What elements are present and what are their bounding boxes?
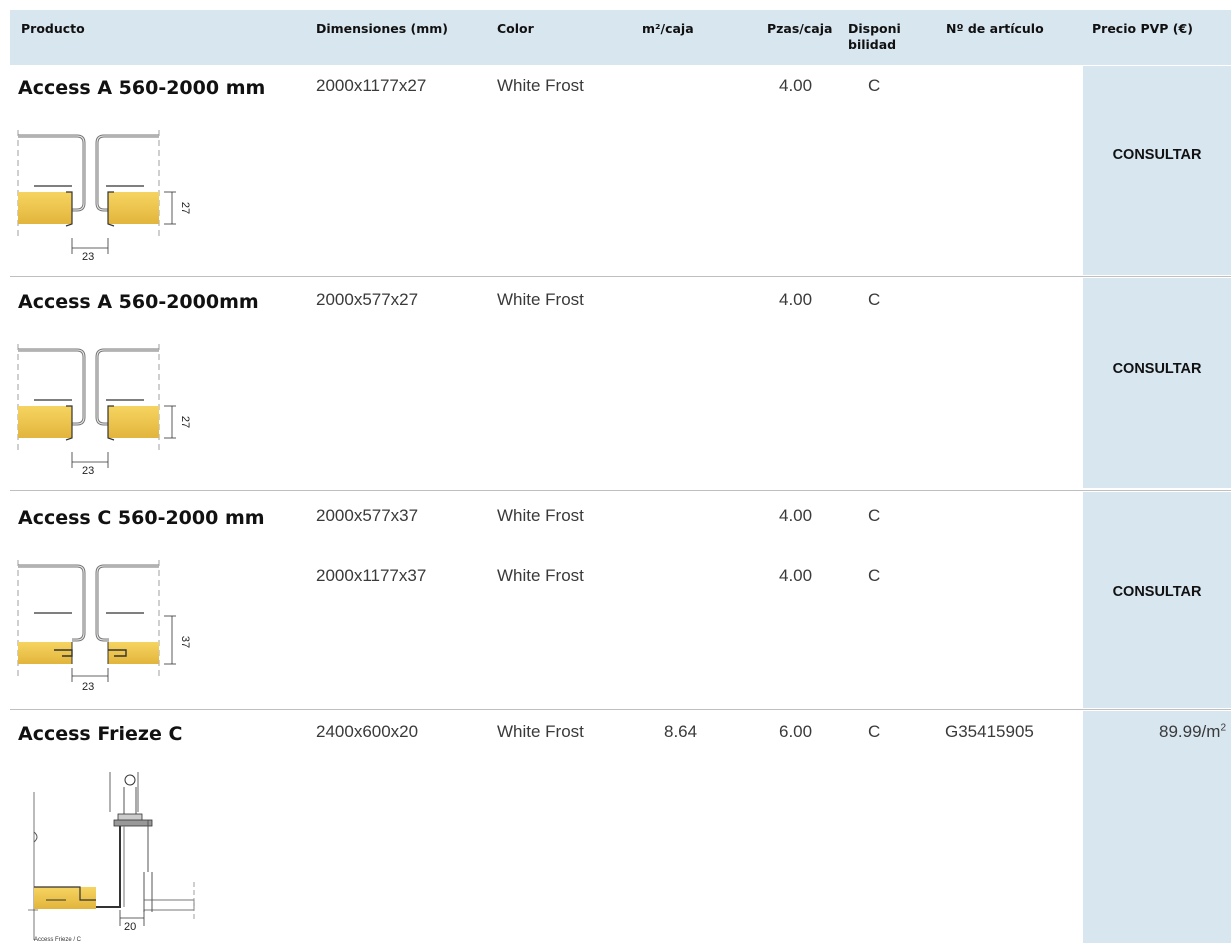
height-dimension-label: 37 <box>179 636 191 648</box>
access-frieze-c-drawing: 20 Access Frieze / C <box>28 772 195 943</box>
table-header: Producto Dimensiones (mm) Color m²/caja … <box>10 10 1231 65</box>
product-name: Access C 560-2000 mm <box>18 507 265 529</box>
product-name: Access Frieze C <box>18 723 183 745</box>
row-divider <box>10 276 1231 277</box>
price-cell-bg <box>1083 492 1231 708</box>
disponibilidad-value: C <box>868 290 881 309</box>
dimensiones-value: 2000x1177x27 <box>316 76 427 95</box>
access-c-profile-drawing: 37 23 <box>17 560 191 693</box>
width-dimension-label: 23 <box>82 465 94 477</box>
price-cell-bg <box>1083 66 1231 275</box>
width-dimension-label: 23 <box>82 681 94 693</box>
row-divider <box>10 490 1231 491</box>
disponibilidad-value: C <box>868 566 881 585</box>
disponibilidad-value: C <box>868 76 881 95</box>
pzas-value: 4.00 <box>779 506 813 525</box>
m2-value: 8.64 <box>664 722 698 741</box>
header-producto: Producto <box>21 21 85 36</box>
height-dimension-label: 27 <box>179 416 191 428</box>
drawing-caption: Access Frieze / C <box>34 937 82 943</box>
pzas-value: 4.00 <box>779 566 813 585</box>
header-pzas-caja: Pzas/caja <box>767 21 833 36</box>
header-articulo: Nº de artículo <box>946 21 1044 36</box>
header-disponibilidad-line2: bilidad <box>848 37 897 52</box>
color-value: White Frost <box>497 506 584 525</box>
header-m2-caja: m²/caja <box>642 21 694 36</box>
disponibilidad-value: C <box>868 722 881 741</box>
precio-consultar: CONSULTAR <box>1112 584 1202 600</box>
price-cell-bg <box>1083 278 1231 488</box>
color-value: White Frost <box>497 566 584 585</box>
color-value: White Frost <box>497 290 584 309</box>
dimensiones-value: 2000x577x37 <box>316 506 419 525</box>
access-a-profile-drawing: 27 23 <box>17 344 191 477</box>
header-color: Color <box>497 21 534 36</box>
color-value: White Frost <box>497 76 584 95</box>
dimensiones-value: 2400x600x20 <box>316 722 419 741</box>
header-precio: Precio PVP (€) <box>1092 21 1193 36</box>
product-name: Access A 560-2000 mm <box>18 77 266 99</box>
header-disponibilidad-line1: Disponi <box>848 21 901 36</box>
precio-unit-superscript: 2 <box>1220 722 1226 734</box>
precio-value: 89.99/m2 <box>1159 722 1226 742</box>
height-dimension-label: 27 <box>179 202 191 214</box>
disponibilidad-value: C <box>868 506 881 525</box>
dimensiones-value: 2000x577x27 <box>316 290 419 309</box>
color-value: White Frost <box>497 722 584 741</box>
product-name: Access A 560-2000mm <box>18 291 259 313</box>
pzas-value: 6.00 <box>779 722 813 741</box>
width-dimension-label: 20 <box>124 921 136 933</box>
header-dimensiones: Dimensiones (mm) <box>316 21 449 36</box>
pzas-value: 4.00 <box>779 76 813 95</box>
pzas-value: 4.00 <box>779 290 813 309</box>
precio-amount: 89.99/m <box>1159 722 1221 741</box>
articulo-value: G35415905 <box>945 722 1034 741</box>
access-a-profile-drawing: 27 23 <box>17 130 191 263</box>
precio-consultar: CONSULTAR <box>1112 147 1202 163</box>
dimensiones-value: 2000x1177x37 <box>316 566 427 585</box>
price-cell-bg <box>1083 711 1231 943</box>
width-dimension-label: 23 <box>82 251 94 263</box>
row-divider <box>10 709 1231 710</box>
header-disponibilidad: Disponi bilidad <box>848 21 901 53</box>
precio-consultar: CONSULTAR <box>1112 361 1202 377</box>
